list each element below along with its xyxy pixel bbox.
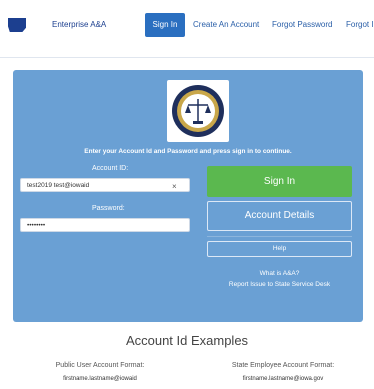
clear-input-icon[interactable]: ×	[172, 181, 177, 193]
public-format-label: Public User Account Format:	[55, 362, 145, 369]
state-seal	[167, 80, 229, 142]
public-format-value: firstname.lastname@iowaid	[63, 376, 137, 382]
header-divider	[0, 57, 374, 58]
sign-in-button[interactable]: Sign In	[207, 166, 352, 197]
nav-sign-in[interactable]: Sign In	[145, 13, 185, 37]
nav-create-account[interactable]: Create An Account	[193, 20, 259, 29]
report-issue-link[interactable]: Report Issue to State Service Desk	[207, 281, 352, 288]
sign-in-instruction: Enter your Account Id and Password and p…	[84, 148, 292, 155]
account-id-label: Account ID:	[92, 165, 129, 172]
examples-title: Account Id Examples	[125, 333, 249, 348]
top-navigation: Enterprise A&A Sign In Create An Account…	[0, 0, 374, 52]
iowa-state-logo-icon[interactable]	[8, 18, 26, 32]
state-format-value: firstname.lastname@iowa.gov	[242, 376, 324, 382]
state-format-label: State Employee Account Format:	[231, 362, 335, 369]
nav-forgot-id[interactable]: Forgot I	[346, 20, 374, 29]
help-button[interactable]: Help	[207, 241, 352, 257]
state-public-defender-seal-icon	[172, 85, 224, 137]
password-label: Password:	[92, 205, 125, 212]
brand-title[interactable]: Enterprise A&A	[52, 20, 106, 29]
account-details-button[interactable]: Account Details	[207, 201, 352, 231]
what-is-link[interactable]: What is A&A?	[207, 270, 352, 277]
nav-forgot-password[interactable]: Forgot Password	[272, 20, 332, 29]
account-id-input[interactable]: test2019 test@iowaid	[20, 178, 190, 192]
panel-divider	[207, 236, 352, 237]
password-input[interactable]: ••••••••	[20, 218, 190, 232]
